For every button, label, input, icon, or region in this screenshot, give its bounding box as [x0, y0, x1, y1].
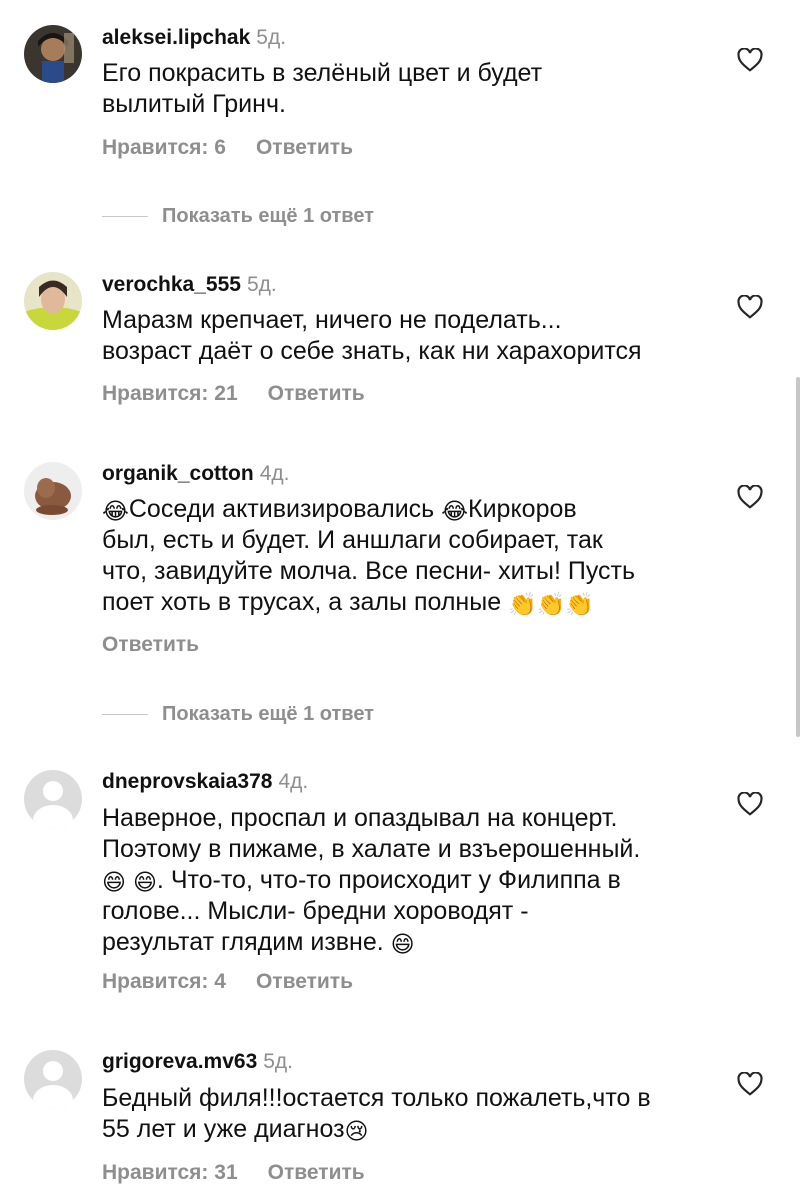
timestamp: 4д. [259, 462, 290, 485]
avatar[interactable] [24, 462, 82, 520]
username[interactable]: grigoreva.mv63 [102, 1050, 257, 1073]
crying-emoji: 😢 [344, 1119, 369, 1145]
avatar[interactable] [24, 272, 82, 330]
clap-emoji: 👏 [536, 592, 566, 618]
reply-button[interactable]: Ответить [268, 382, 365, 405]
heart-outline-icon[interactable] [737, 295, 763, 319]
likes-count[interactable]: Нравится: 21 [102, 382, 238, 405]
reply-divider [102, 713, 148, 716]
reply-divider [102, 215, 148, 218]
timestamp: 5д. [246, 273, 277, 296]
heart-outline-icon[interactable] [737, 792, 763, 816]
likes-count[interactable]: Нравится: 6 [102, 136, 226, 159]
reply-button[interactable]: Ответить [102, 633, 199, 656]
reply-button[interactable]: Ответить [268, 1161, 365, 1184]
likes-count[interactable]: Нравится: 4 [102, 970, 226, 993]
grin-emoji: 😄 [132, 870, 157, 896]
comment-text: Наверное, проспал и опаздывал на концерт… [102, 804, 641, 958]
timestamp: 5д. [256, 26, 287, 49]
scrollbar[interactable] [796, 377, 800, 737]
default-avatar-icon [43, 1061, 63, 1081]
show-more-replies-button[interactable]: Показать ещё 1 ответ [102, 703, 374, 726]
likes-count[interactable]: Нравится: 31 [102, 1161, 238, 1184]
grin-emoji: 😄 [390, 932, 415, 958]
default-avatar-icon [43, 781, 63, 801]
avatar[interactable] [24, 1050, 82, 1108]
laughing-emoji: 😂 [102, 499, 129, 525]
username[interactable]: dneprovskaia378 [102, 770, 272, 793]
timestamp: 5д. [263, 1050, 294, 1073]
timestamp: 4д. [278, 770, 309, 793]
heart-outline-icon[interactable] [737, 1072, 763, 1096]
username[interactable]: aleksei.lipchak [102, 26, 250, 49]
reply-button[interactable]: Ответить [256, 136, 353, 159]
heart-outline-icon[interactable] [737, 48, 763, 72]
username[interactable]: organik_cotton [102, 462, 254, 485]
reply-button[interactable]: Ответить [256, 970, 353, 993]
comment-text: Бедный филя!!!остается только пожалеть,ч… [102, 1084, 651, 1145]
clap-emoji: 👏 [508, 592, 537, 618]
heart-outline-icon[interactable] [737, 485, 763, 509]
avatar[interactable] [24, 770, 82, 828]
show-more-replies-button[interactable]: Показать ещё 1 ответ [102, 205, 374, 228]
comment-text: Его покрасить в зелёный цвет и будет выл… [102, 59, 543, 118]
avatar[interactable] [24, 25, 82, 83]
clap-emoji: 👏 [565, 592, 594, 618]
username[interactable]: verochka_555 [102, 273, 241, 296]
comment-text: Маразм крепчает, ничего не поделать... в… [102, 306, 642, 365]
grin-emoji: 😄 [102, 870, 126, 896]
comment-text: 😂Соседи активизировались 😂Киркоров был, … [102, 495, 636, 618]
laughing-emoji: 😂 [441, 499, 469, 525]
